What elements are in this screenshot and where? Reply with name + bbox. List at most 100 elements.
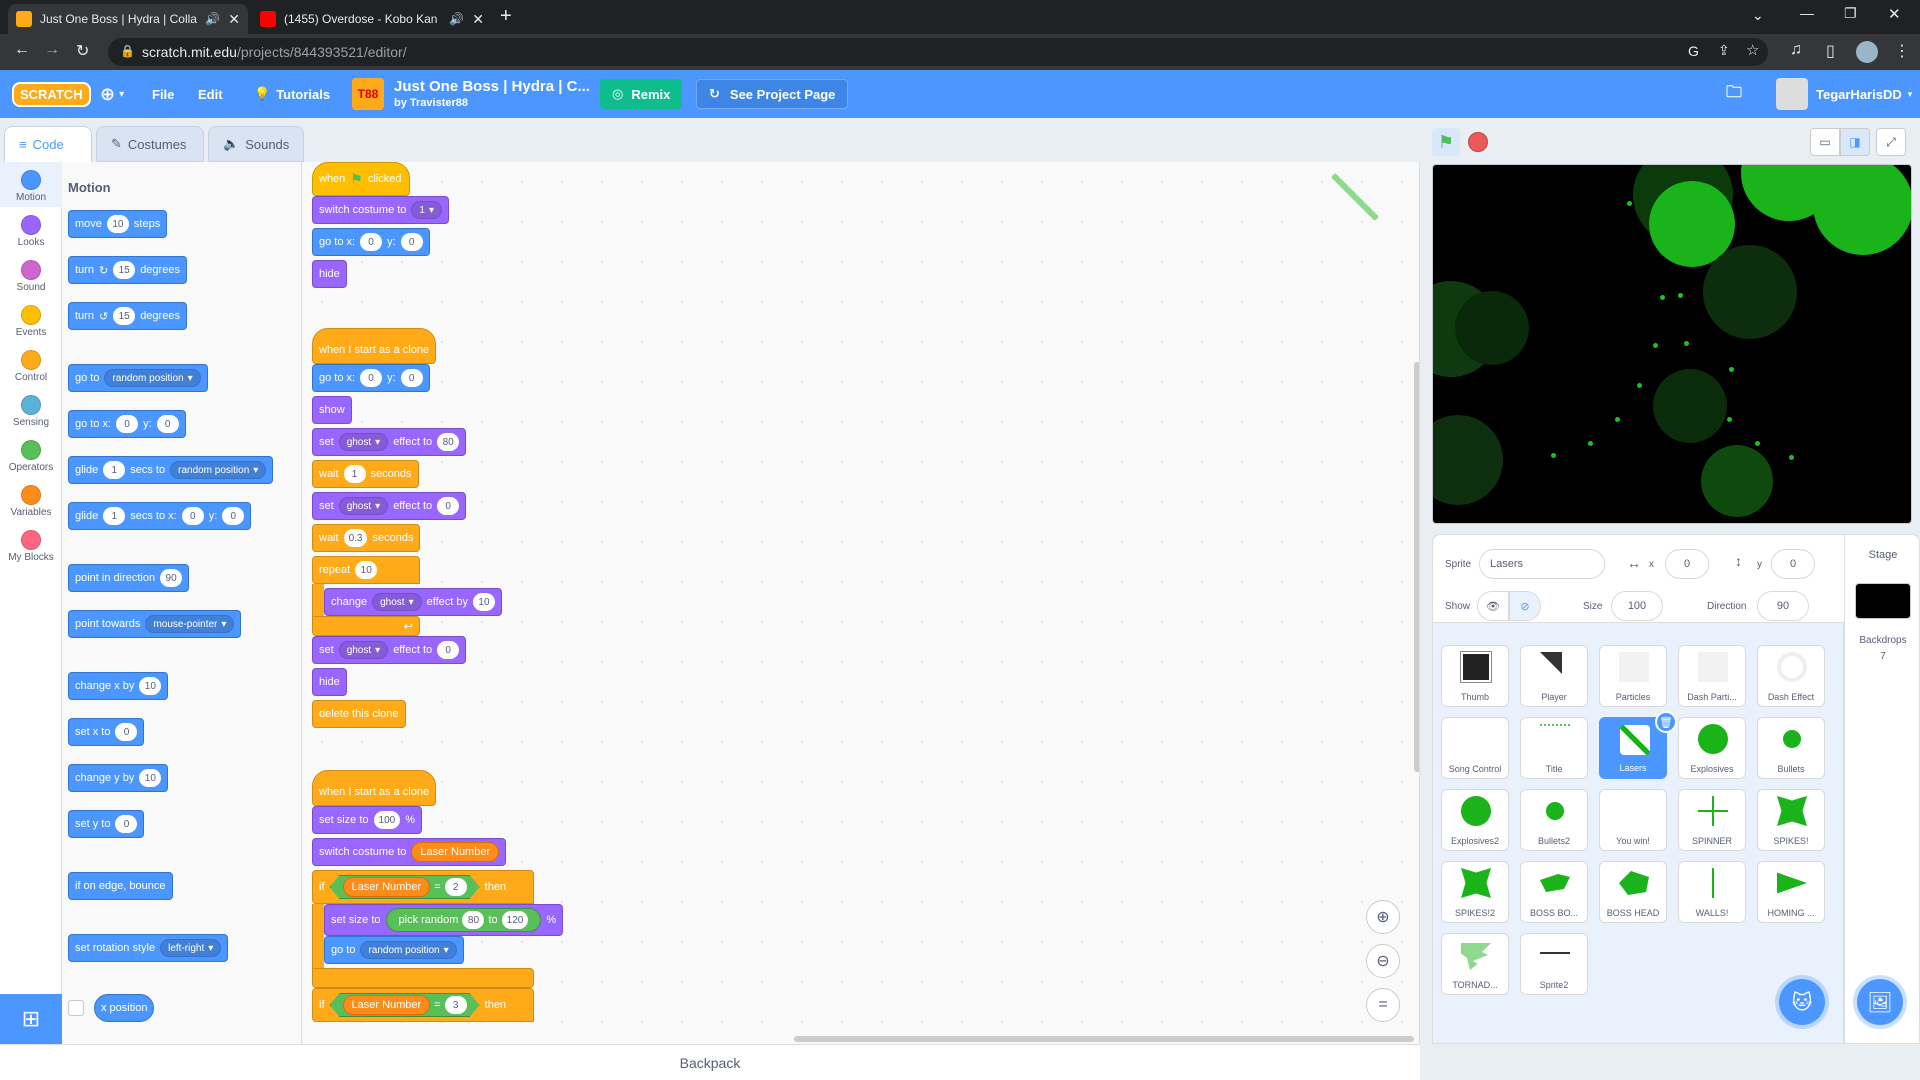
browser-tab-youtube[interactable]: (1455) Overdose - Kobo Kan 🔊 ✕ [252,4,492,34]
user-avatar[interactable] [1776,78,1808,110]
sprite-tile-thumb[interactable]: Thumb [1441,645,1509,707]
sprite-tile-walls[interactable]: WALLS! [1678,861,1746,923]
block-glide-xy[interactable]: glide 1 secs to x: 0 y: 0 [68,502,252,530]
block-point-towards[interactable]: point towards mouse-pointer ▾ [68,610,242,638]
block-go-to-xy[interactable]: go to x: 0 y: 0 [312,228,430,256]
direction-input[interactable]: 90 [1757,591,1809,621]
block-wait[interactable]: wait 1 seconds [312,460,419,488]
close-tab-icon[interactable]: ✕ [228,11,240,28]
block-go-to[interactable]: go to random position ▾ [68,364,208,392]
sprite-name-input[interactable]: Lasers [1479,549,1605,579]
project-author[interactable]: by Travister88 [394,97,468,109]
tab-search-icon[interactable]: ⌄ [1752,7,1764,24]
sprite-tile-sprite2[interactable]: Sprite2 [1520,933,1588,995]
see-project-page-button[interactable]: ↻ See Project Page [696,79,849,109]
x-position-checkbox[interactable] [68,1000,84,1016]
show-hidden-button[interactable]: ⊘ [1509,591,1541,621]
block-change-ghost-effect[interactable]: change ghost ▾ effect by 10 [324,588,502,616]
sprite-tile-spikes[interactable]: SPIKES! [1757,789,1825,851]
add-extension-button[interactable]: ⊞ [0,994,62,1044]
forward-icon[interactable]: → [44,41,60,59]
block-if-then[interactable]: if Laser Number = 3 then [312,988,534,1022]
project-title[interactable]: Just One Boss | Hydra | C... [394,78,590,95]
block-show[interactable]: show [312,396,352,424]
x-input[interactable]: 0 [1665,549,1709,579]
zoom-in-button[interactable]: ⊕ [1366,900,1400,934]
reload-icon[interactable]: ↻ [76,41,89,61]
block-move-steps[interactable]: move 10 steps [68,210,168,238]
block-change-y[interactable]: change y by 10 [68,764,169,792]
sprite-tile-particles[interactable]: Particles [1599,645,1667,707]
category-my-blocks[interactable]: My Blocks [0,522,62,567]
sprite-tile-boss-body[interactable]: BOSS BO... [1520,861,1588,923]
block-bounce[interactable]: if on edge, bounce [68,872,173,900]
stop-button[interactable] [1468,132,1488,152]
block-hide[interactable]: hide [312,260,347,288]
browser-tab-scratch[interactable]: Just One Boss | Hydra | Collal 🔊 ✕ [8,4,248,34]
profile-avatar[interactable] [1856,41,1878,63]
sprite-tile-explosives2[interactable]: Explosives2 [1441,789,1509,851]
edit-menu[interactable]: Edit [198,70,223,118]
category-control[interactable]: Control [0,342,62,387]
my-stuff-folder-icon[interactable]: 🗀 [1726,70,1742,118]
sprite-tile-player[interactable]: Player [1520,645,1588,707]
sprite-tile-song-control[interactable]: Song Control [1441,717,1509,779]
restore-icon[interactable]: ❐ [1844,5,1857,22]
block-change-x[interactable]: change x by 10 [68,672,169,700]
category-events[interactable]: Events [0,297,62,342]
choose-sprite-button[interactable]: 🐱 [1779,979,1825,1025]
block-glide[interactable]: glide 1 secs to random position ▾ [68,456,274,484]
block-point-in-direction[interactable]: point in direction 90 [68,564,190,592]
category-motion[interactable]: Motion [0,162,62,207]
block-hide[interactable]: hide [312,668,347,696]
zoom-reset-button[interactable]: = [1366,988,1400,1022]
block-set-ghost-effect[interactable]: set ghost ▾ effect to 80 [312,428,467,456]
address-bar[interactable]: 🔒 scratch.mit.edu/projects/844393521/edi… [108,38,1768,66]
delete-sprite-button[interactable]: 🗑 [1655,711,1677,733]
sprite-tile-bullets[interactable]: Bullets [1757,717,1825,779]
category-looks[interactable]: Looks [0,207,62,252]
block-set-y[interactable]: set y to 0 [68,810,145,838]
block-switch-costume[interactable]: switch costume to Laser Number [312,838,507,866]
new-tab-button[interactable]: + [500,5,512,28]
block-set-ghost-effect[interactable]: set ghost ▾ effect to 0 [312,492,467,520]
script-workspace[interactable]: when ⚑ clicked switch costume to 1 ▾ go to x… [302,162,1420,1044]
workspace-horizontal-scrollbar[interactable] [794,1036,1414,1042]
small-stage-button[interactable]: ▭ [1810,128,1840,156]
bookmark-star-icon[interactable]: ☆ [1746,41,1759,59]
category-sensing[interactable]: Sensing [0,387,62,432]
file-menu[interactable]: File [152,70,174,118]
block-when-start-as-clone[interactable]: when I start as a clone [312,770,437,806]
block-if-then[interactable]: if Laser Number = 2 then [312,870,534,904]
category-variables[interactable]: Variables [0,477,62,522]
scratch-logo[interactable]: SCRATCH [12,70,91,118]
back-icon[interactable]: ← [14,41,30,59]
block-go-to[interactable]: go to random position ▾ [324,936,464,964]
block-set-ghost-effect[interactable]: set ghost ▾ effect to 0 [312,636,467,664]
block-turn-left[interactable]: turn ↺ 15 degrees [68,302,187,330]
block-delete-this-clone[interactable]: delete this clone [312,700,406,728]
block-when-flag-clicked[interactable]: when ⚑ clicked [312,162,410,196]
account-menu[interactable]: TegarHarisDD ▾ [1816,70,1912,118]
size-input[interactable]: 100 [1611,591,1663,621]
zoom-out-button[interactable]: ⊖ [1366,944,1400,978]
close-window-icon[interactable]: ✕ [1888,5,1901,23]
remix-button[interactable]: ◎ Remix [600,79,683,109]
block-set-x[interactable]: set x to 0 [68,718,145,746]
block-when-start-as-clone[interactable]: when I start as a clone [312,328,437,364]
block-go-to-xy[interactable]: go to x: 0 y: 0 [68,410,186,438]
backpack[interactable]: Backpack [0,1044,1420,1080]
tutorials-button[interactable]: 💡 Tutorials [254,70,330,118]
side-panel-icon[interactable]: ▯ [1826,41,1835,61]
sprite-tile-title[interactable]: Title [1520,717,1588,779]
close-tab-icon[interactable]: ✕ [472,11,484,28]
stage-selector[interactable]: Stage Backdrops 7 🖼 [1844,534,1920,1044]
minimize-icon[interactable]: — [1800,5,1814,21]
block-wait[interactable]: wait 0.3 seconds [312,524,421,552]
share-icon[interactable]: ⇪ [1718,42,1730,59]
sprite-tile-spinner[interactable]: SPINNER [1678,789,1746,851]
block-set-size[interactable]: set size to 100% [312,806,422,834]
y-input[interactable]: 0 [1771,549,1815,579]
fullscreen-button[interactable]: ⤢ [1876,128,1906,156]
tab-sounds[interactable]: 🔈 Sounds [208,126,304,162]
